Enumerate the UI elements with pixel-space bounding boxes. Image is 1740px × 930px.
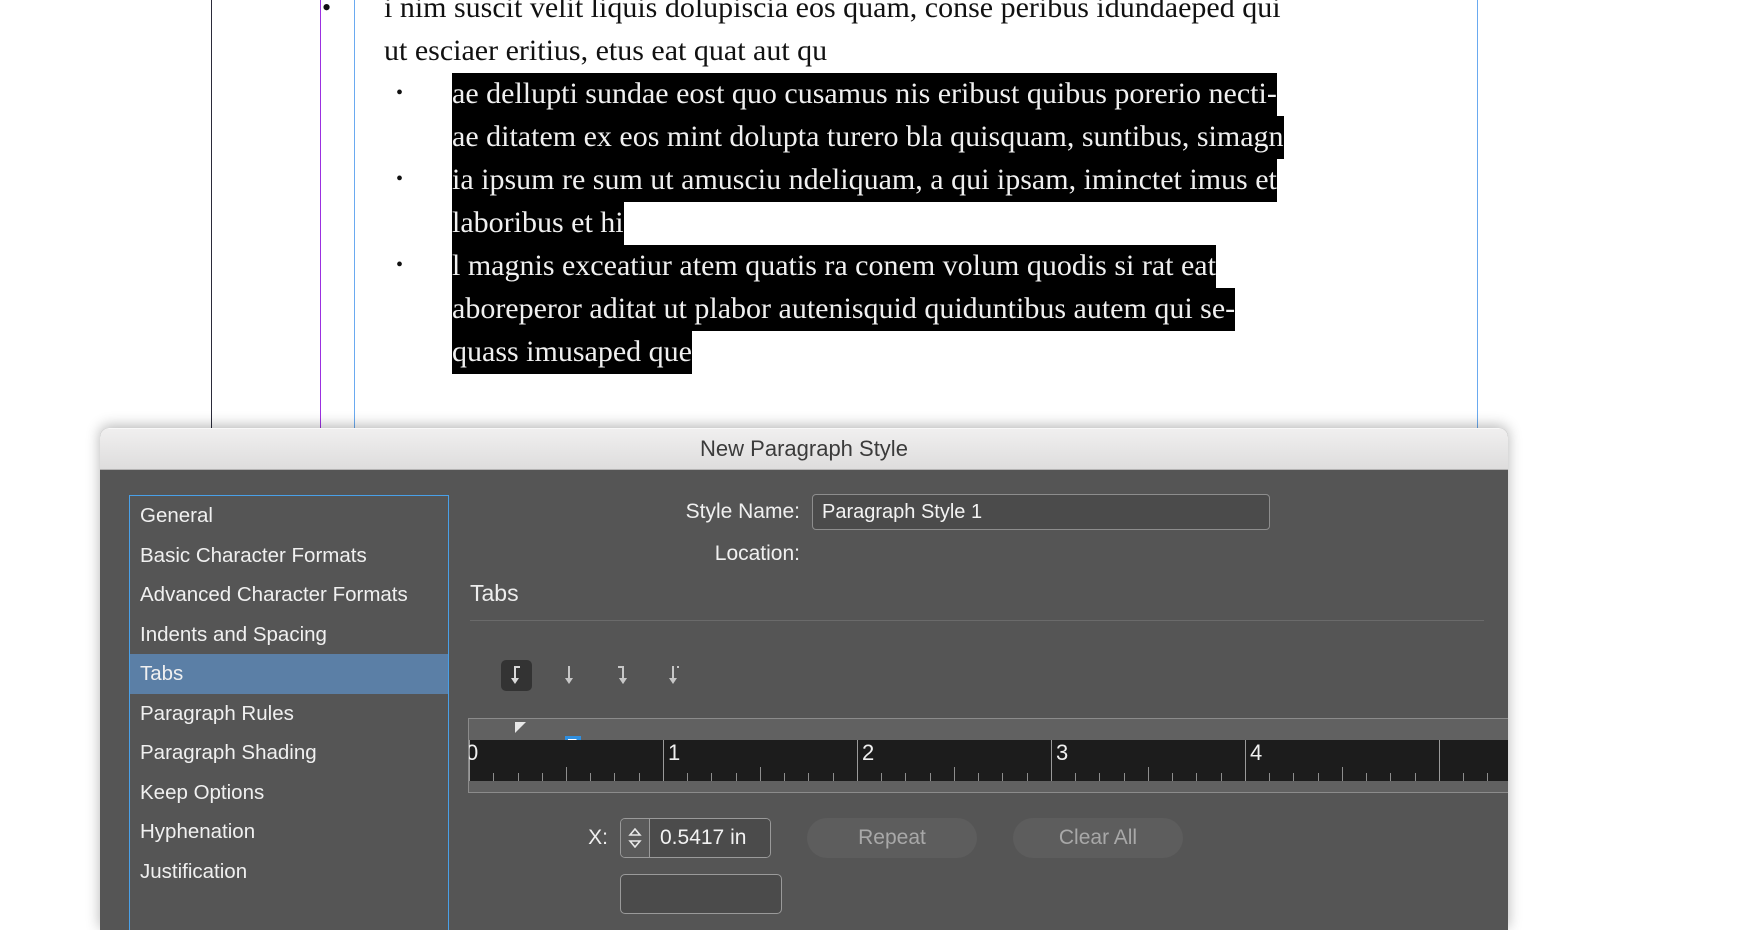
ruler-label: 4 [1250, 740, 1263, 765]
dialog-content-pane: Style Name: Paragraph Style 1 Location: … [468, 470, 1508, 930]
text-line-highlighted: ae dellupti sundae eost quo cusamus nis … [452, 72, 1460, 116]
dialog-titlebar[interactable]: New Paragraph Style [100, 428, 1508, 470]
text-line: ut esciaer eritius, etus eat quat aut qu [384, 29, 1460, 72]
sidebar-item-general[interactable]: General [130, 496, 448, 536]
center-justified-tab-icon[interactable] [553, 660, 584, 691]
ruler-label: 1 [668, 740, 681, 765]
style-name-input[interactable]: Paragraph Style 1 [812, 494, 1270, 530]
bullet-glyph: • [396, 82, 404, 104]
chevron-down-icon [628, 840, 642, 848]
screen: • i nim suscit velit liquis dolupiscia e… [0, 0, 1740, 930]
list-item[interactable]: • i nim suscit velit liquis dolupiscia e… [322, 0, 1460, 72]
bullet-glyph: • [322, 0, 332, 22]
style-name-value: Paragraph Style 1 [822, 500, 983, 523]
new-paragraph-style-dialog[interactable]: New Paragraph Style General Basic Charac… [100, 428, 1508, 930]
sidebar-item-label: Indents and Spacing [140, 622, 327, 646]
tab-ruler-base [468, 781, 1508, 793]
x-field-label: X: [588, 826, 608, 849]
sidebar-item-keep-options[interactable]: Keep Options [130, 773, 448, 813]
right-justified-tab-icon[interactable] [605, 660, 636, 691]
list-item-body: i nim suscit velit liquis dolupiscia eos… [384, 0, 1460, 72]
sidebar-item-basic-character-formats[interactable]: Basic Character Formats [130, 536, 448, 576]
ruler-label: 0 [469, 740, 478, 766]
style-name-row: Style Name: Paragraph Style 1 [468, 494, 1488, 530]
chevron-up-icon [628, 828, 642, 836]
left-justified-tab-icon[interactable] [501, 660, 532, 691]
sidebar-item-label: Justification [140, 859, 248, 883]
leader-input[interactable] [620, 874, 782, 914]
sidebar-item-label: Paragraph Rules [140, 701, 294, 725]
repeat-button[interactable]: Repeat [807, 818, 977, 858]
column-guide-purple [320, 0, 321, 430]
text-line-highlighted: ae ditatem ex eos mint dolupta turero bl… [452, 115, 1460, 159]
sidebar-item-label: Keep Options [140, 780, 265, 804]
text-line-run: ut esciaer eritius, etus eat quat aut qu [384, 34, 828, 67]
sidebar-item-label: Tabs [140, 662, 184, 685]
category-list[interactable]: General Basic Character Formats Advanced… [129, 495, 449, 930]
text-line-highlighted: l magnis exceatiur atem quatis ra conem … [452, 244, 1460, 288]
sidebar-item-paragraph-rules[interactable]: Paragraph Rules [130, 694, 448, 734]
list-item-body: ia ipsum re sum ut amusciu ndeliquam, a … [452, 158, 1460, 245]
align-to-decimal-tab-icon[interactable] [657, 660, 688, 691]
sidebar-item-tabs[interactable]: Tabs [130, 654, 448, 694]
text-line-run: i nim suscit velit liquis dolupiscia eos… [384, 0, 1281, 24]
text-line-run: l magnis exceatiur atem quatis ra conem … [452, 245, 1216, 288]
sidebar-item-hyphenation[interactable]: Hyphenation [130, 812, 448, 852]
repeat-button-label: Repeat [858, 826, 926, 849]
text-line-highlighted: ia ipsum re sum ut amusciu ndeliquam, a … [452, 158, 1460, 202]
text-line-highlighted: laboribus et hi [452, 201, 1460, 245]
text-line-highlighted: aboreperor aditat ut plabor autenisquid … [452, 287, 1460, 331]
tab-position-row: X: 0.5417 in Repeat Clear All [468, 818, 1183, 858]
section-title-tabs: Tabs [470, 580, 519, 606]
bullet-glyph: • [396, 254, 404, 276]
list-item[interactable]: • ae dellupti sundae eost quo cusamus ni… [396, 72, 1460, 159]
text-frame-guide-right [1477, 0, 1478, 430]
text-line-run: ae ditatem ex eos mint dolupta turero bl… [452, 116, 1284, 159]
margin-guide-black [211, 0, 212, 430]
text-line-highlighted: quass imusaped que [452, 330, 1460, 374]
bullet-glyph: • [396, 168, 404, 190]
ruler-label: 2 [862, 740, 875, 765]
document-text-frame[interactable]: • i nim suscit velit liquis dolupiscia e… [322, 0, 1460, 374]
sidebar-item-label: Advanced Character Formats [140, 583, 408, 606]
indent-marker-icon[interactable] [515, 722, 526, 733]
text-line-run: ia ipsum re sum ut amusciu ndeliquam, a … [452, 159, 1277, 202]
list-item[interactable]: • ia ipsum re sum ut amusciu ndeliquam, … [396, 158, 1460, 245]
text-line-run: laboribus et hi [452, 202, 624, 245]
document-canvas[interactable]: • i nim suscit velit liquis dolupiscia e… [0, 0, 1740, 440]
clear-all-button-label: Clear All [1058, 826, 1138, 849]
x-value: 0.5417 in [660, 826, 747, 849]
sidebar-item-indents-and-spacing[interactable]: Indents and Spacing [130, 615, 448, 655]
sidebar-item-label: Hyphenation [140, 820, 256, 843]
text-line-run: aboreperor aditat ut plabor autenisquid … [452, 288, 1236, 331]
location-row: Location: [468, 542, 1488, 566]
x-input[interactable]: 0.5417 in [650, 819, 770, 857]
style-name-label: Style Name: [685, 500, 800, 523]
sidebar-item-label: General [140, 504, 213, 527]
sidebar-item-advanced-character-formats[interactable]: Advanced Character Formats [130, 575, 448, 615]
x-field-group[interactable]: 0.5417 in [620, 818, 771, 858]
sidebar-item-label: Paragraph Shading [140, 741, 317, 764]
list-item-body: ae dellupti sundae eost quo cusamus nis … [452, 72, 1460, 159]
dialog-title: New Paragraph Style [700, 436, 908, 461]
tab-ruler-scale[interactable]: 0 1 2 3 4 [468, 740, 1508, 781]
section-divider [470, 620, 1484, 621]
sidebar-item-paragraph-shading[interactable]: Paragraph Shading [130, 733, 448, 773]
sidebar-item-justification[interactable]: Justification [130, 852, 448, 892]
tab-alignment-button-group[interactable] [501, 660, 688, 691]
text-line-run: ae dellupti sundae eost quo cusamus nis … [452, 73, 1277, 116]
sidebar-item-label: Basic Character Formats [140, 543, 367, 567]
list-item-body: l magnis exceatiur atem quatis ra conem … [452, 244, 1460, 374]
leader-row [468, 874, 782, 914]
text-line: i nim suscit velit liquis dolupiscia eos… [384, 0, 1460, 29]
text-line-run: quass imusaped que [452, 331, 692, 374]
location-label: Location: [714, 542, 800, 565]
list-item[interactable]: • l magnis exceatiur atem quatis ra cone… [396, 244, 1460, 374]
clear-all-button[interactable]: Clear All [1013, 818, 1183, 858]
dialog-body: General Basic Character Formats Advanced… [100, 470, 1508, 930]
ruler-label: 3 [1056, 740, 1069, 765]
tab-ruler-strip[interactable] [468, 718, 1508, 750]
x-stepper[interactable] [621, 819, 650, 857]
tab-ruler[interactable]: 0 1 2 3 4 [468, 718, 1508, 781]
